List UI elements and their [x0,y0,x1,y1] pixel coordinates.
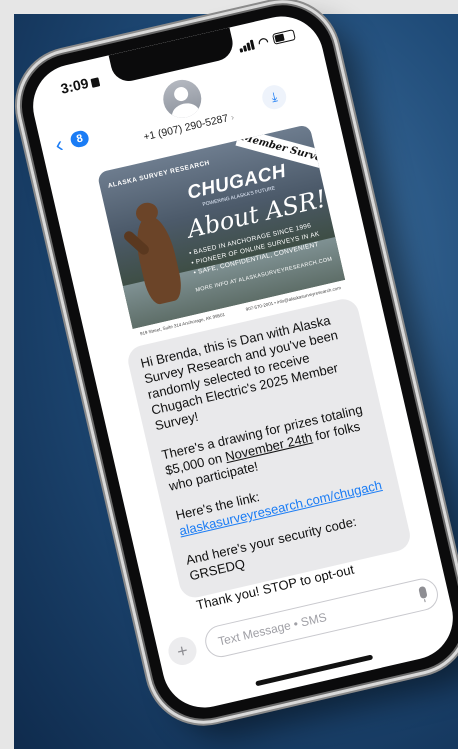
status-time: 3:09 [59,72,101,97]
message-bubble: Hi Brenda, this is Dan with Alaska Surve… [125,296,414,612]
microphone-icon[interactable] [418,585,428,600]
lock-icon [90,77,101,88]
home-indicator[interactable] [255,654,374,687]
contact-avatar[interactable] [159,76,206,122]
wifi-icon: ◠ [256,33,270,50]
chevron-right-icon: › [229,111,236,123]
signal-icon [238,39,255,53]
plus-icon[interactable]: + [165,634,200,668]
status-icons: ◠ [237,29,296,53]
battery-icon [271,29,296,45]
input-placeholder: Text Message • SMS [216,609,328,649]
